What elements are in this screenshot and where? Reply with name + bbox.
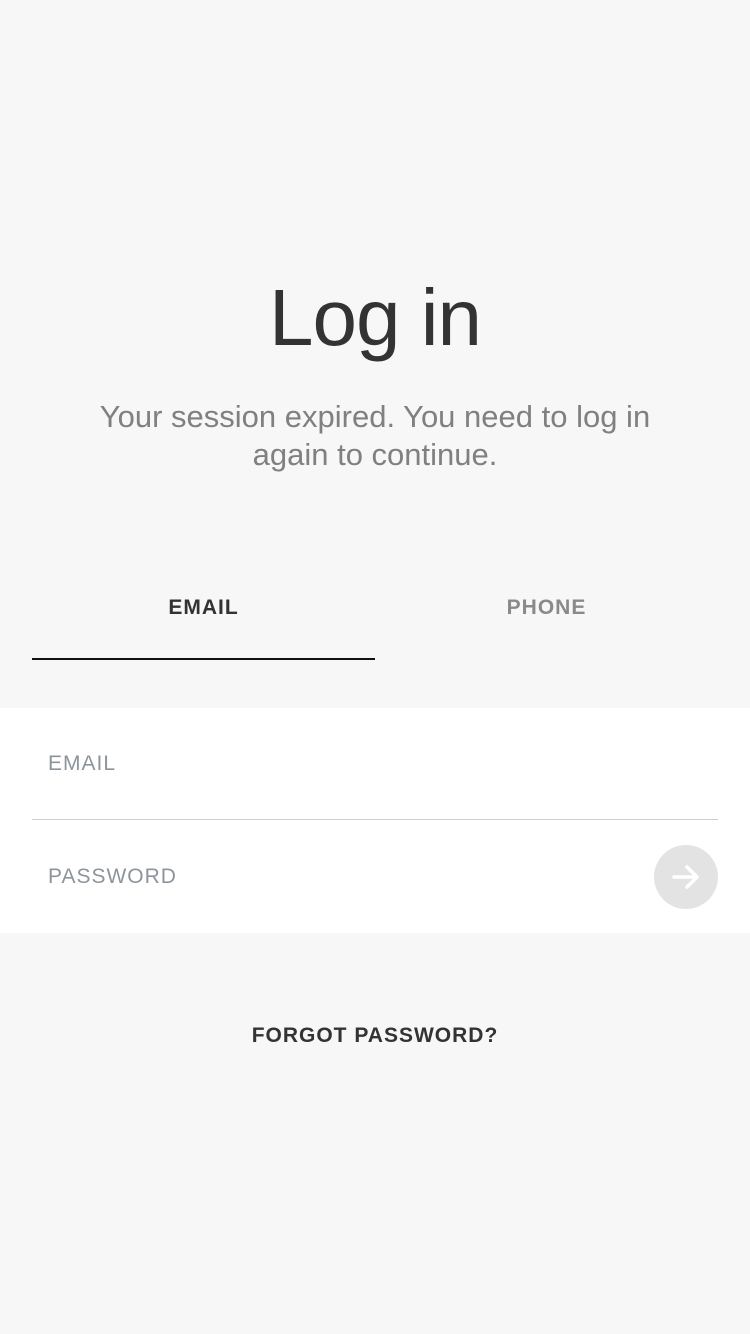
email-field-row xyxy=(32,708,718,820)
page-title: Log in xyxy=(269,273,482,362)
login-form xyxy=(0,708,750,933)
password-input[interactable] xyxy=(32,847,612,907)
login-method-tabs: EMAIL PHONE xyxy=(32,560,718,660)
login-screen: Log in Your session expired. You need to… xyxy=(0,0,750,1334)
password-field-row xyxy=(32,821,718,933)
session-expired-message: Your session expired. You need to log in… xyxy=(99,399,651,472)
submit-button[interactable] xyxy=(654,845,718,909)
forgot-password-link[interactable]: FORGOT PASSWORD? xyxy=(0,1024,750,1048)
tab-phone[interactable]: PHONE xyxy=(375,560,718,660)
tab-email[interactable]: EMAIL xyxy=(32,560,375,660)
email-input[interactable] xyxy=(32,733,612,794)
arrow-right-icon xyxy=(672,865,699,889)
